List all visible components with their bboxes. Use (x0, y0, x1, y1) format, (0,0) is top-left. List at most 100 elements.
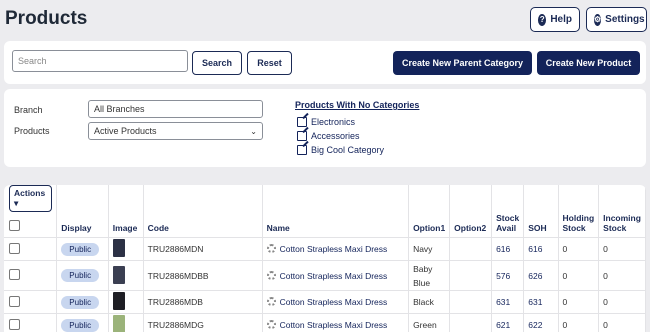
option2-cell (449, 237, 493, 261)
table-row[interactable]: Public TRU2886MDN Cotton Strapless Maxi Dr… (4, 237, 646, 261)
select-all-checkbox[interactable] (9, 220, 20, 231)
search-button[interactable]: Search (192, 51, 242, 75)
soh-cell: 616 (523, 237, 559, 261)
settings-button[interactable]: ⚙ Settings (586, 7, 647, 32)
no-categories-title[interactable]: Products With No Categories (295, 100, 419, 110)
help-button[interactable]: ? Help (530, 7, 580, 32)
chevron-down-icon: ⌄ (250, 126, 257, 136)
edit-icon (297, 145, 307, 155)
products-table: Actions ▾ Display Image Code Name Option… (4, 185, 646, 332)
name-cell: Cotton Strapless Maxi Dress (262, 237, 410, 261)
display-badge: Public (61, 318, 100, 332)
category-item-label: Big Cool Category (311, 145, 385, 155)
gear-icon[interactable] (266, 244, 276, 253)
option2-cell (449, 290, 493, 314)
image-cell (108, 260, 144, 291)
image-cell (108, 290, 144, 314)
image-cell (108, 237, 144, 261)
product-name-link[interactable]: Cotton Strapless Maxi Dress (280, 244, 388, 254)
row-select-cell (4, 290, 58, 314)
row-checkbox[interactable] (9, 269, 20, 280)
name-cell: Cotton Strapless Maxi Dress (262, 290, 410, 314)
products-label: Products (14, 126, 50, 136)
product-name-link[interactable]: Cotton Strapless Maxi Dress (280, 320, 388, 330)
table-row[interactable]: Public TRU2886MDBB Cotton Strapless Maxi D… (4, 260, 646, 291)
column-header[interactable]: Code (143, 185, 263, 238)
code-cell: TRU2886MDBB (143, 260, 263, 291)
display-badge: Public (61, 295, 100, 309)
product-thumbnail[interactable] (112, 292, 125, 310)
holding-stock-cell: 0 (558, 313, 600, 332)
name-cell: Cotton Strapless Maxi Dress (262, 260, 410, 291)
actions-dropdown[interactable]: Actions ▾ (9, 185, 53, 212)
option2-cell (449, 260, 493, 291)
category-item[interactable]: Electronics (297, 117, 355, 127)
display-badge: Public (61, 269, 100, 282)
option1-cell: Green (408, 313, 451, 332)
soh-cell: 631 (523, 290, 559, 314)
column-header[interactable]: SOH (523, 185, 559, 238)
category-item[interactable]: Accessories (297, 131, 360, 141)
option1-cell: Baby Blue (408, 260, 451, 291)
option1-cell: Navy (408, 237, 451, 261)
code-cell: TRU2886MDG (143, 313, 263, 332)
edit-icon (297, 131, 307, 141)
branch-field[interactable]: All Branches (88, 100, 263, 118)
row-select-cell (4, 237, 58, 261)
stock-avail-cell: 576 (491, 260, 525, 291)
column-header[interactable]: Name (262, 185, 410, 238)
display-cell: Public (56, 237, 109, 261)
question-icon: ? (538, 13, 547, 26)
search-input[interactable] (12, 50, 188, 72)
product-name-link[interactable]: Cotton Strapless Maxi Dress (280, 271, 388, 281)
reset-button[interactable]: Reset (247, 51, 292, 75)
products-select[interactable]: Active Products ⌄ (88, 122, 263, 140)
column-header[interactable]: Incoming Stock (598, 185, 646, 238)
category-item-label: Electronics (311, 117, 356, 127)
name-cell: Cotton Strapless Maxi Dress (262, 313, 410, 332)
holding-stock-cell: 0 (558, 237, 600, 261)
column-header[interactable]: Image (108, 185, 144, 238)
incoming-stock-cell: 0 (598, 290, 646, 314)
table-row[interactable]: Public TRU2886MDB Cotton Strapless Maxi Dr… (4, 290, 646, 314)
settings-label: Settings (605, 14, 645, 25)
display-cell: Public (56, 313, 109, 332)
select-column-header: Actions ▾ (4, 185, 58, 238)
image-cell (108, 313, 144, 332)
page-title: Products (5, 8, 88, 29)
create-parent-category-button[interactable]: Create New Parent Category (393, 51, 532, 75)
products-select-value: Active Products (94, 126, 157, 136)
category-item-label: Accessories (311, 131, 360, 141)
option1-cell: Black (408, 290, 451, 314)
table-row[interactable]: Public TRU2886MDG Cotton Strapless Maxi Dr… (4, 313, 646, 332)
column-header[interactable]: Option2 (449, 185, 493, 238)
product-thumbnail[interactable] (112, 265, 125, 284)
row-checkbox[interactable] (9, 242, 20, 254)
create-product-button[interactable]: Create New Product (537, 51, 640, 75)
product-thumbnail[interactable] (112, 315, 125, 332)
column-header[interactable]: Option1 (408, 185, 451, 238)
holding-stock-cell: 0 (558, 290, 600, 314)
incoming-stock-cell: 0 (598, 313, 646, 332)
product-thumbnail[interactable] (112, 239, 125, 257)
soh-cell: 626 (523, 260, 559, 291)
column-header[interactable]: Holding Stock (558, 185, 600, 238)
row-select-cell (4, 313, 58, 332)
branch-value: All Branches (94, 104, 145, 114)
row-checkbox[interactable] (9, 295, 20, 307)
product-name-link[interactable]: Cotton Strapless Maxi Dress (280, 297, 388, 307)
gear-icon[interactable] (266, 297, 276, 306)
gear-icon[interactable] (266, 320, 276, 330)
row-checkbox[interactable] (9, 318, 20, 330)
stock-avail-cell: 631 (491, 290, 525, 314)
code-cell: TRU2886MDB (143, 290, 263, 314)
column-header[interactable]: Display (56, 185, 109, 238)
help-label: Help (550, 14, 572, 25)
category-item[interactable]: Big Cool Category (297, 145, 384, 155)
column-header[interactable]: Stock Avail (491, 185, 525, 238)
gear-icon[interactable] (266, 270, 276, 280)
display-badge: Public (61, 242, 100, 256)
gear-icon: ⚙ (594, 13, 602, 26)
incoming-stock-cell: 0 (598, 237, 646, 261)
edit-icon (297, 117, 307, 127)
